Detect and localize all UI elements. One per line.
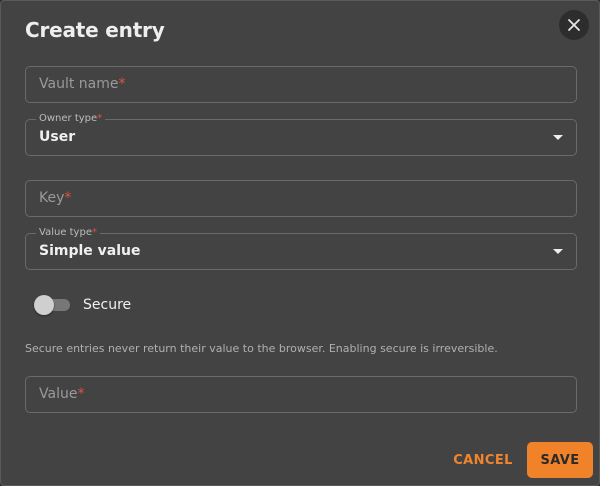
- required-mark: *: [91, 227, 97, 238]
- close-button[interactable]: [559, 10, 589, 40]
- owner-type-select[interactable]: Owner type* User: [25, 112, 577, 156]
- cancel-button[interactable]: CANCEL: [449, 442, 517, 478]
- secure-helper-text: Secure entries never return their value …: [25, 342, 498, 355]
- toggle-thumb: [34, 295, 54, 315]
- close-icon: [568, 19, 580, 31]
- key-placeholder: Key*: [39, 190, 72, 206]
- secure-toggle[interactable]: [34, 295, 72, 315]
- value-placeholder: Value*: [39, 386, 85, 402]
- value-field[interactable]: Value*: [25, 376, 577, 413]
- create-entry-dialog: Create entry Vault name* Owner type* Use…: [0, 0, 600, 486]
- chevron-down-icon: [553, 135, 563, 140]
- secure-label: Secure: [83, 297, 132, 313]
- value-type-select[interactable]: Value type* Simple value: [25, 226, 577, 270]
- save-button[interactable]: SAVE: [527, 442, 593, 478]
- owner-type-value: User: [39, 129, 76, 145]
- vault-name-field[interactable]: Vault name*: [25, 66, 577, 103]
- required-mark: *: [77, 386, 85, 402]
- value-type-value: Simple value: [39, 243, 141, 259]
- vault-name-placeholder: Vault name*: [39, 76, 126, 92]
- required-mark: *: [97, 113, 103, 124]
- dialog-title: Create entry: [25, 18, 165, 42]
- owner-type-label: Owner type*: [36, 112, 106, 126]
- key-field[interactable]: Key*: [25, 180, 577, 217]
- required-mark: *: [118, 76, 126, 92]
- chevron-down-icon: [553, 249, 563, 254]
- required-mark: *: [64, 190, 72, 206]
- value-type-label: Value type*: [36, 226, 100, 240]
